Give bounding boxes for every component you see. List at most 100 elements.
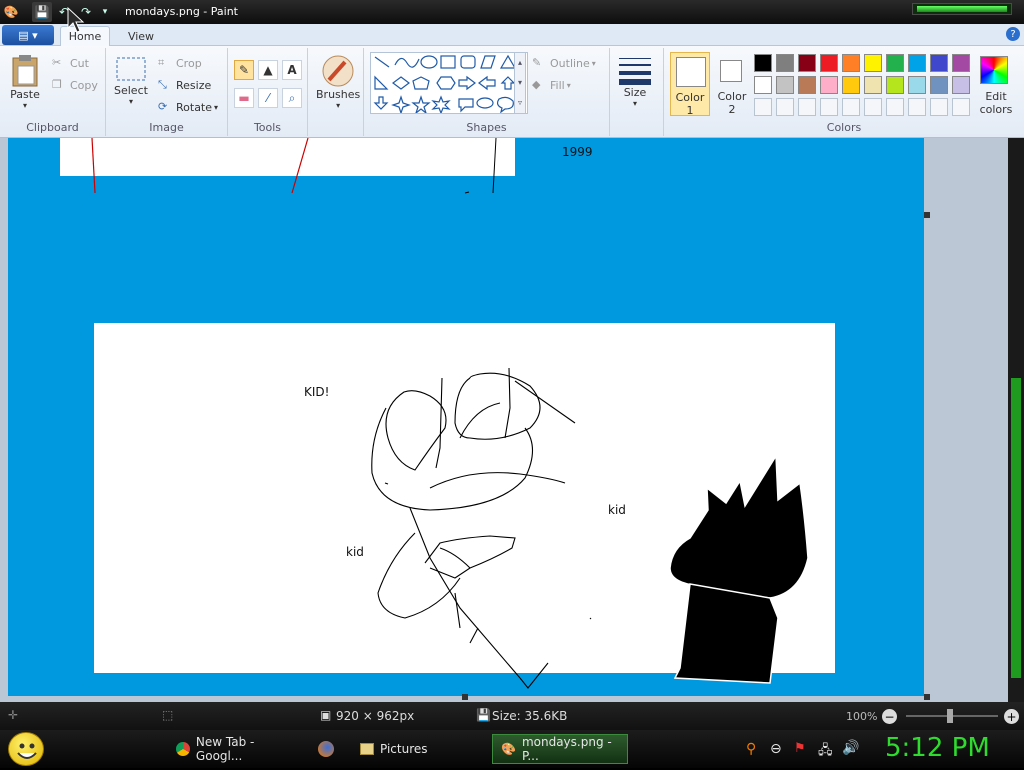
brushes-label: Brushes — [316, 88, 361, 101]
dimensions-icon: ▣ — [320, 708, 332, 722]
palette-swatch[interactable] — [864, 98, 882, 116]
palette-swatch[interactable] — [842, 54, 860, 72]
size-button[interactable]: Size ▾ — [618, 54, 652, 108]
line-size-icon — [619, 58, 651, 85]
brushes-dropdown-icon: ▾ — [336, 101, 341, 110]
magnifier-icon[interactable]: ⌕ — [282, 88, 302, 108]
palette-swatch[interactable] — [798, 76, 816, 94]
color-picker-icon[interactable]: ⁄ — [258, 88, 278, 108]
taskbar-item-chrome[interactable]: New Tab - Googl... — [168, 734, 304, 764]
help-icon[interactable]: ? — [1006, 27, 1020, 41]
paste-icon — [12, 55, 38, 87]
palette-swatch[interactable] — [820, 98, 838, 116]
search-icon[interactable]: ⚲ — [746, 741, 756, 757]
fill-button[interactable]: ◆ Fill ▾ — [532, 78, 571, 92]
taskbar-item-paint[interactable]: 🎨 mondays.png - P... — [492, 734, 628, 764]
palette-swatch[interactable] — [798, 54, 816, 72]
network-icon[interactable]: 🖧 — [818, 741, 833, 763]
tools-group-label: Tools — [253, 121, 282, 134]
palette-swatch[interactable] — [776, 98, 794, 116]
chrome-icon — [176, 742, 190, 756]
copy-button[interactable]: ❐ Copy — [52, 78, 98, 92]
palette-swatch[interactable] — [776, 76, 794, 94]
palette-swatch[interactable] — [886, 98, 904, 116]
palette-swatch[interactable] — [842, 98, 860, 116]
fill-bucket-icon[interactable]: ▲ — [258, 60, 278, 80]
palette-swatch[interactable] — [930, 76, 948, 94]
start-button-smiley-icon[interactable] — [8, 732, 44, 766]
fill-label: Fill — [550, 78, 565, 92]
vertical-scrollbar[interactable] — [1008, 138, 1024, 702]
outline-icon: ✎ — [532, 56, 542, 69]
file-menu-button[interactable]: ▤ ▾ — [2, 25, 54, 45]
tools-group: ✎ ▲ A ▬ ⁄ ⌕ Tools — [228, 48, 308, 136]
selection-size-icon: ⬚ — [162, 708, 174, 722]
palette-swatch[interactable] — [754, 76, 772, 94]
paste-button[interactable]: Paste ▾ — [10, 54, 40, 110]
shapes-scroll[interactable]: ▴ ▾ ▿ — [514, 52, 526, 114]
palette-swatch[interactable] — [930, 98, 948, 116]
eraser-icon[interactable]: ▬ — [234, 88, 254, 108]
shapes-gallery[interactable] — [370, 52, 528, 115]
menu-icon: ▤ ▾ — [18, 28, 38, 42]
tab-view[interactable]: View — [118, 26, 164, 46]
image-dimensions: 920 × 962px — [336, 709, 415, 723]
crop-button[interactable]: ⌗ Crop — [158, 56, 202, 70]
brushes-button[interactable]: Brushes ▾ — [316, 54, 360, 110]
fill-dropdown-icon: ▾ — [566, 80, 571, 90]
scrollbar-thumb[interactable] — [1011, 378, 1021, 678]
rotate-button[interactable]: ⟳ Rotate ▾ — [158, 100, 218, 114]
rotate-icon: ⟳ — [158, 100, 168, 113]
minus-circle-icon[interactable]: ⊖ — [770, 741, 782, 757]
colors-group-label: Colors — [826, 121, 862, 134]
paint-app-icon[interactable]: 🎨 — [2, 2, 20, 22]
select-button[interactable]: Select ▾ — [114, 56, 148, 106]
color2-label: Color 2 — [717, 90, 747, 116]
zoom-out-button[interactable]: − — [882, 709, 897, 724]
crop-icon: ⌗ — [158, 56, 165, 69]
palette-swatch[interactable] — [842, 76, 860, 94]
cursor-position-icon: ✛ — [8, 708, 19, 722]
flag-icon[interactable]: ⚑ — [794, 741, 806, 756]
palette-swatch[interactable] — [864, 76, 882, 94]
palette-swatch[interactable] — [886, 54, 904, 72]
pencil-icon[interactable]: ✎ — [234, 60, 254, 80]
palette-swatch[interactable] — [798, 98, 816, 116]
save-icon[interactable]: 💾 — [32, 2, 52, 22]
taskbar-item-firefox[interactable] — [310, 734, 346, 764]
palette-swatch[interactable] — [776, 54, 794, 72]
palette-swatch[interactable] — [952, 54, 970, 72]
text-kid-exclaim: KID! — [304, 385, 330, 399]
ribbon: Paste ▾ ✂ Cut ❐ Copy Clipboard Select ▾ ⌗ C… — [0, 46, 1024, 138]
text-tool-icon[interactable]: A — [282, 60, 302, 80]
palette-swatch[interactable] — [754, 98, 772, 116]
color2-button[interactable]: Color 2 — [714, 52, 750, 116]
palette-swatch[interactable] — [930, 54, 948, 72]
cut-button[interactable]: ✂ Cut — [52, 56, 89, 70]
palette-swatch[interactable] — [886, 76, 904, 94]
palette-swatch[interactable] — [820, 76, 838, 94]
edit-colors-button[interactable]: Edit colors — [976, 54, 1016, 118]
palette-swatch[interactable] — [864, 54, 882, 72]
palette-swatch[interactable] — [952, 98, 970, 116]
taskbar-item-pictures[interactable]: Pictures — [352, 734, 484, 764]
resize-button[interactable]: ⤡ Resize — [158, 78, 211, 92]
paint-icon: 🎨 — [501, 742, 516, 756]
volume-icon[interactable]: 🔊 — [842, 740, 859, 756]
window-controls-meter[interactable] — [912, 3, 1012, 15]
outline-button[interactable]: ✎ Outline ▾ — [532, 56, 596, 70]
palette-swatch[interactable] — [754, 54, 772, 72]
palette-swatch[interactable] — [908, 98, 926, 116]
palette-swatch[interactable] — [820, 54, 838, 72]
color1-button[interactable]: Color 1 — [670, 52, 710, 117]
zoom-slider-thumb[interactable] — [947, 709, 953, 723]
customize-quick-access-icon[interactable]: ▾ — [98, 2, 112, 22]
clock[interactable]: 5:12 PM — [885, 733, 990, 763]
window-title: mondays.png - Paint — [125, 5, 238, 18]
zoom-in-button[interactable]: + — [1004, 709, 1019, 724]
palette-swatch[interactable] — [952, 76, 970, 94]
palette-swatch[interactable] — [908, 76, 926, 94]
paste-label: Paste — [10, 88, 40, 101]
palette-swatch[interactable] — [908, 54, 926, 72]
folder-icon — [360, 743, 374, 755]
